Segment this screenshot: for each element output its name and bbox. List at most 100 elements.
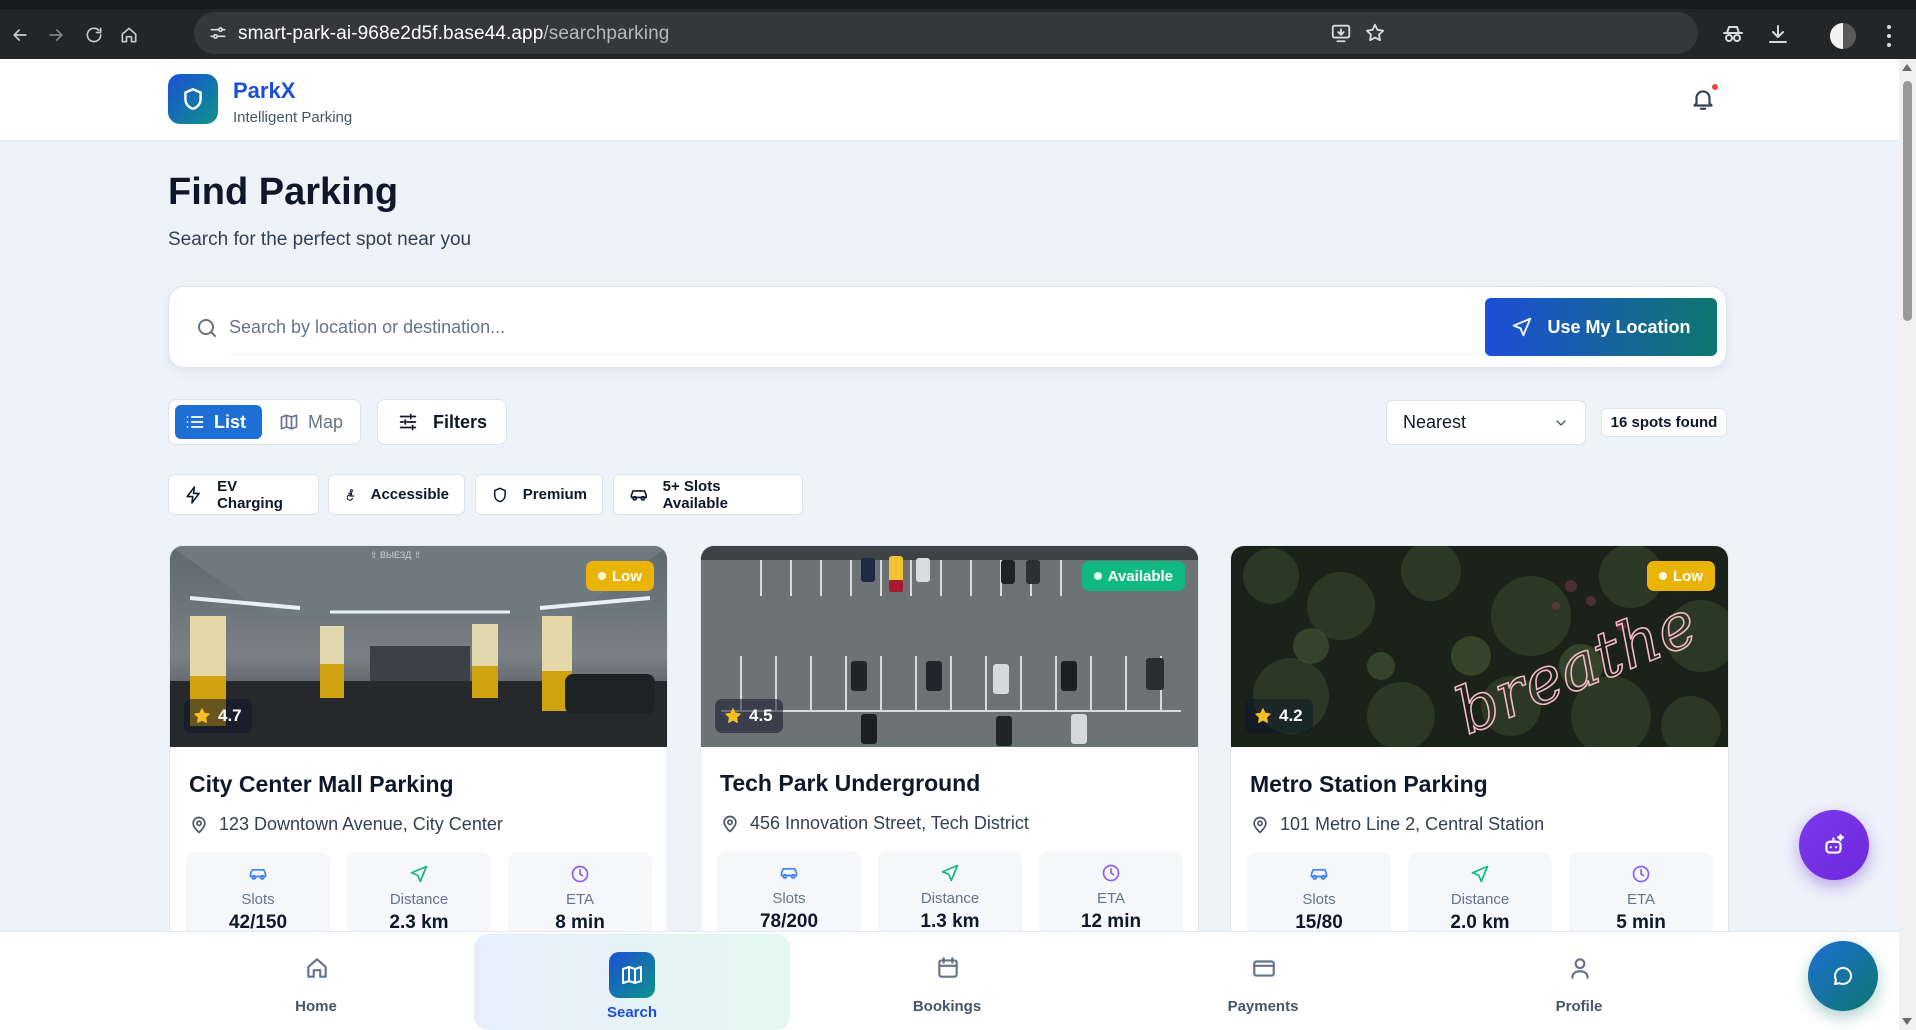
downloads-icon[interactable] bbox=[1766, 22, 1792, 48]
spots-count-badge: 16 spots found bbox=[1601, 408, 1727, 437]
list-view-label: List bbox=[214, 411, 247, 432]
brand-tagline: Intelligent Parking bbox=[233, 109, 353, 126]
parking-name[interactable]: Metro Station Parking bbox=[1250, 771, 1488, 798]
chevron-down-icon bbox=[1556, 420, 1566, 426]
bookmark-star-icon[interactable] bbox=[1364, 22, 1386, 44]
sparkle-bot-icon bbox=[1825, 834, 1845, 854]
notification-dot bbox=[1710, 82, 1720, 92]
star-icon bbox=[725, 708, 741, 723]
map-view-label: Map bbox=[308, 411, 344, 432]
brand-name[interactable]: ParkX bbox=[233, 78, 295, 104]
nav-profile[interactable]: Profile bbox=[1421, 932, 1737, 1030]
parkx-logo-icon[interactable] bbox=[168, 74, 218, 124]
map-pin-icon bbox=[1253, 816, 1267, 833]
chip-label: Premium bbox=[522, 486, 587, 503]
navigation-icon bbox=[1471, 865, 1489, 883]
chip-label: Accessible bbox=[370, 486, 449, 503]
chip-accessible[interactable]: Accessible bbox=[328, 474, 465, 515]
map-pin-icon bbox=[723, 815, 737, 832]
nav-payments[interactable]: Payments bbox=[1105, 932, 1421, 1030]
chip-ev-charging[interactable]: EV Charging bbox=[168, 474, 319, 515]
notifications-bell-icon[interactable] bbox=[1690, 82, 1720, 116]
status-badge: Low bbox=[586, 561, 654, 591]
parking-name[interactable]: Tech Park Underground bbox=[720, 770, 980, 797]
chip-label: EV Charging bbox=[217, 477, 283, 512]
zap-icon bbox=[186, 485, 200, 504]
use-my-location-label: Use My Location bbox=[1547, 316, 1691, 337]
credit-card-icon bbox=[1253, 960, 1275, 977]
star-icon bbox=[194, 708, 210, 723]
parking-address: 101 Metro Line 2, Central Station bbox=[1250, 814, 1544, 835]
user-icon bbox=[1571, 958, 1589, 979]
chip-premium[interactable]: Premium bbox=[475, 474, 603, 515]
page-title: Find Parking bbox=[168, 171, 399, 213]
scroll-up-arrow[interactable] bbox=[1902, 64, 1912, 71]
filters-label: Filters bbox=[432, 411, 488, 432]
browser-chrome: smart-park-ai-968e2d5f.base44.app/search… bbox=[0, 0, 1916, 59]
shield-icon bbox=[493, 487, 506, 502]
nav-search[interactable]: Search bbox=[474, 934, 790, 1030]
car-icon bbox=[1310, 869, 1328, 880]
scroll-thumb[interactable] bbox=[1903, 81, 1912, 321]
parking-name[interactable]: City Center Mall Parking bbox=[189, 771, 454, 798]
search-input[interactable] bbox=[229, 301, 1639, 355]
chip-label: 5+ Slots Available bbox=[662, 477, 728, 512]
address-bar[interactable]: smart-park-ai-968e2d5f.base44.app/search… bbox=[194, 12, 1698, 54]
profile-avatar[interactable] bbox=[1830, 23, 1856, 49]
nav-home[interactable]: Home bbox=[158, 932, 474, 1030]
map-icon bbox=[609, 952, 655, 998]
navigation-arrow-icon bbox=[1513, 317, 1532, 337]
clock-icon bbox=[571, 865, 589, 883]
home-icon bbox=[307, 958, 327, 978]
forward-icon[interactable] bbox=[42, 21, 70, 49]
rating-badge: 4.2 bbox=[1245, 699, 1313, 733]
page-subtitle: Search for the perfect spot near you bbox=[168, 229, 472, 250]
install-app-icon[interactable] bbox=[1330, 22, 1352, 44]
home-browser-icon[interactable] bbox=[115, 21, 143, 49]
list-view-button[interactable]: List bbox=[175, 405, 262, 439]
clock-icon bbox=[1102, 864, 1120, 882]
rating-badge: 4.7 bbox=[184, 699, 252, 733]
sort-select[interactable]: Nearest bbox=[1386, 400, 1586, 445]
car-icon bbox=[630, 489, 647, 501]
map-view-button[interactable]: Map bbox=[269, 405, 355, 439]
parking-card[interactable]: Available 4.5 Tech Park Underground 456 … bbox=[700, 545, 1199, 945]
star-icon bbox=[1255, 708, 1271, 723]
nav-bookings[interactable]: Bookings bbox=[789, 932, 1105, 1030]
scroll-down-arrow[interactable] bbox=[1902, 1018, 1912, 1025]
app-header: ParkX Intelligent Parking bbox=[0, 59, 1899, 141]
search-icon bbox=[195, 316, 219, 340]
use-my-location-button[interactable]: Use My Location bbox=[1485, 298, 1717, 356]
chat-button[interactable] bbox=[1808, 941, 1878, 1011]
incognito-icon[interactable] bbox=[1721, 22, 1747, 48]
back-icon[interactable] bbox=[6, 21, 34, 49]
sliders-icon bbox=[399, 413, 417, 431]
parking-card[interactable]: ⇧ ВЫЕЗД ⇧ Low 4.7 City Center Mall Parki… bbox=[169, 545, 668, 945]
filters-button[interactable]: Filters bbox=[377, 399, 507, 445]
message-circle-icon bbox=[1834, 966, 1853, 985]
accessibility-icon bbox=[346, 488, 355, 501]
svg-text:⇧ ВЫЕЗД ⇧: ⇧ ВЫЕЗД ⇧ bbox=[370, 550, 421, 560]
status-badge: Available bbox=[1081, 561, 1185, 591]
url-text: smart-park-ai-968e2d5f.base44.app/search… bbox=[238, 23, 670, 44]
sort-selected-value: Nearest bbox=[1403, 412, 1467, 432]
list-icon bbox=[186, 416, 204, 428]
parking-address: 456 Innovation Street, Tech District bbox=[720, 813, 1029, 834]
browser-menu-icon[interactable] bbox=[1886, 25, 1892, 47]
car-icon bbox=[249, 869, 267, 880]
parking-card[interactable]: breathe Low 4.2 Metro Station Parking 10… bbox=[1230, 545, 1729, 945]
map-icon bbox=[280, 414, 298, 430]
search-bar: Use My Location bbox=[168, 286, 1727, 368]
navigation-icon bbox=[941, 864, 959, 882]
site-settings-icon[interactable] bbox=[208, 23, 228, 43]
ai-assistant-button[interactable] bbox=[1799, 810, 1869, 880]
view-toggle: List Map bbox=[168, 399, 361, 445]
bottom-nav: Home Search Bookings Payments Profile bbox=[0, 931, 1899, 1030]
chip-5-plus-slots[interactable]: 5+ Slots Available bbox=[613, 474, 803, 515]
page-scrollbar[interactable] bbox=[1899, 59, 1916, 1030]
parking-address: 123 Downtown Avenue, City Center bbox=[189, 814, 503, 835]
map-pin-icon bbox=[192, 816, 206, 833]
status-badge: Low bbox=[1647, 561, 1715, 591]
car-icon bbox=[780, 868, 798, 879]
reload-icon[interactable] bbox=[80, 21, 108, 49]
